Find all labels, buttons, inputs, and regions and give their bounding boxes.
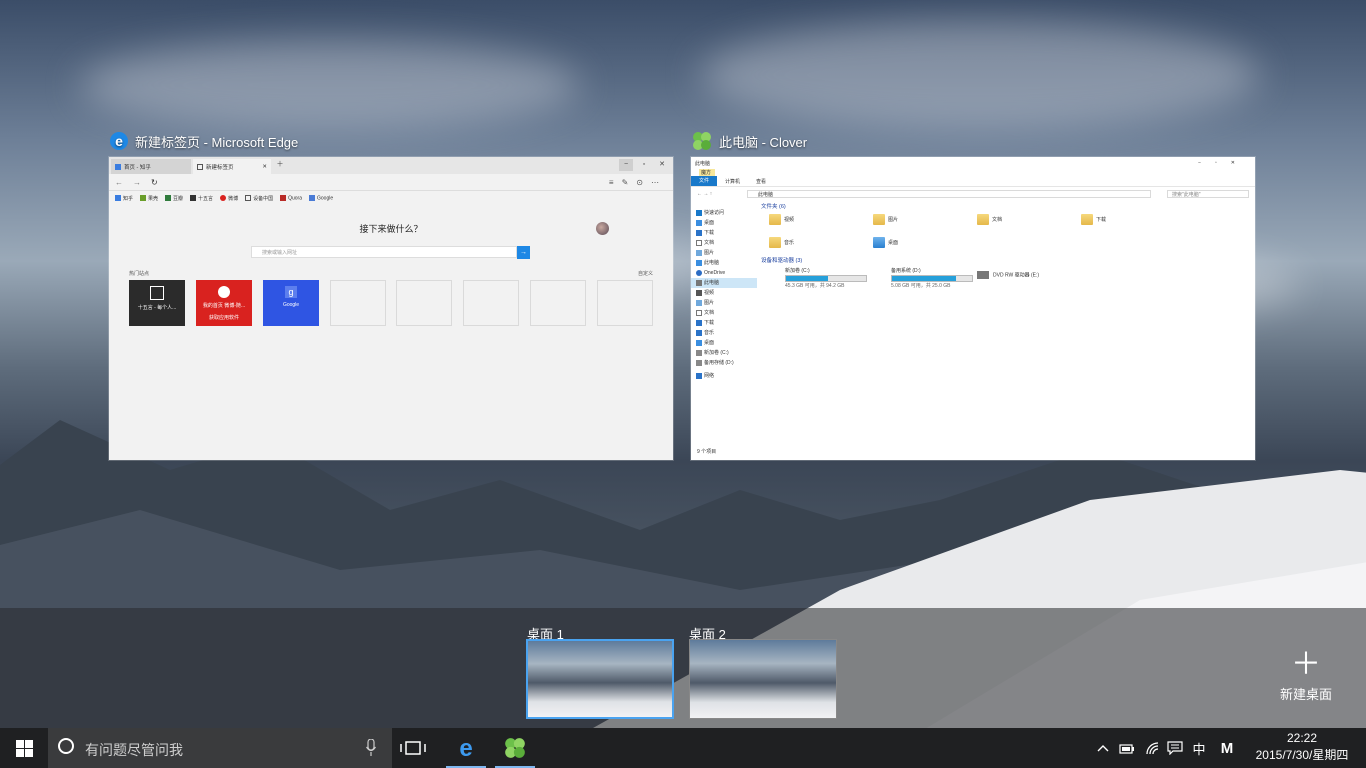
wifi-icon[interactable] xyxy=(1143,728,1163,768)
drive-item: DVD RW 驱动器 (E:) xyxy=(977,271,1039,279)
edge-thumbnail[interactable]: 首页 - 知乎 新建标签页 ✕ ＋ − ▫ ✕ ← → ↻ ≡✎⊙⋯ 知乎 果壳 … xyxy=(109,157,673,460)
clock-time: 22:22 xyxy=(1286,731,1318,745)
folder-icon xyxy=(1081,214,1093,225)
task-view-window-clover[interactable]: 此电脑 - Clover 此电脑 −▫✕ 魔方 文件 计算机 查看 ← → ↑ 此… xyxy=(691,129,1255,461)
folders-header: 文件夹 (6) xyxy=(761,204,786,210)
tile-empty xyxy=(530,280,586,326)
tile-empty xyxy=(597,280,653,326)
folder-item: 下载 xyxy=(1081,214,1106,225)
system-clock[interactable]: 22:22 2015/7/30/星期四 xyxy=(1248,730,1356,764)
minimize-icon: − xyxy=(619,159,633,171)
ime-language-indicator[interactable]: 中 xyxy=(1189,728,1209,768)
explorer-title: 此电脑 xyxy=(695,160,711,167)
desktop-2-thumbnail[interactable] xyxy=(689,639,837,719)
search-placeholder: 有问题尽管问我 xyxy=(85,742,183,758)
avatar xyxy=(596,222,609,235)
folder-item: 桌面 xyxy=(873,237,898,248)
microphone-icon[interactable] xyxy=(366,739,376,757)
back-icon: ← xyxy=(115,177,123,187)
action-center-icon[interactable] xyxy=(1165,728,1185,768)
tab-new-tab: 新建标签页 ✕ xyxy=(193,159,271,174)
cortana-search-box[interactable]: 有问题尽管问我 xyxy=(48,728,392,768)
restore-icon: ▫ xyxy=(642,161,646,168)
status-bar: 9 个项目 xyxy=(697,449,717,455)
tile-weibo: 我的首页 微博-随... 获取应用软件 xyxy=(196,280,252,326)
folder-item: 文档 xyxy=(977,214,1002,225)
nav-arrows-icon: ← → ↑ xyxy=(697,191,713,197)
edge-icon: e xyxy=(110,132,128,150)
search-go-icon: → xyxy=(517,246,530,259)
tile-shiwuyan: 十五言 - 每个人... xyxy=(129,280,185,326)
window-title: 新建标签页 - Microsoft Edge xyxy=(135,134,299,150)
folder-item: 视频 xyxy=(769,214,794,225)
new-tab-heading: 接下来做什么？ xyxy=(359,224,423,234)
address-bar: 此电脑 xyxy=(747,190,1151,198)
quick-access-toolbar: 魔方 xyxy=(699,169,715,176)
window-title-bar: e 新建标签页 - Microsoft Edge xyxy=(109,129,298,153)
folder-item: 图片 xyxy=(873,214,898,225)
folder-item: 音乐 xyxy=(769,237,794,248)
refresh-icon: ↻ xyxy=(151,177,158,187)
devices-header: 设备和驱动器 (3) xyxy=(761,258,803,264)
window-controls: −▫✕ xyxy=(1198,160,1249,166)
dvd-drive-icon xyxy=(977,271,989,279)
ribbon-tabs: 文件 计算机 查看 xyxy=(691,176,1255,187)
task-view-button[interactable] xyxy=(400,740,426,761)
new-tab-icon: ＋ xyxy=(276,161,284,168)
windows-logo-icon xyxy=(15,739,33,757)
svg-text:e: e xyxy=(115,133,123,149)
edge-icon: e xyxy=(459,736,472,760)
top-sites-label: 热门站点 xyxy=(129,271,150,277)
taskbar: 有问题尽管问我 e 中 M 22:22 2015/7/30/星期四 xyxy=(0,728,1366,768)
search-input: 搜索"此电脑" xyxy=(1167,190,1249,198)
tile-empty xyxy=(330,280,386,326)
clover-icon xyxy=(505,738,525,758)
cortana-icon xyxy=(58,738,74,754)
folder-icon xyxy=(977,214,989,225)
power-icon[interactable] xyxy=(1117,728,1137,768)
folder-icon xyxy=(769,237,781,248)
ime-mode-indicator[interactable]: M xyxy=(1216,728,1238,768)
tile-empty xyxy=(396,280,452,326)
new-desktop-button[interactable]: ＋ 新建桌面 xyxy=(1270,648,1342,703)
drive-item: 备用系统 (D:) 5.08 GB 可用，共 25.0 GB xyxy=(871,267,973,289)
folder-icon xyxy=(769,214,781,225)
toolbar-icons: ≡✎⊙⋯ xyxy=(608,177,667,187)
favorites-bar: 知乎 果壳 豆瓣 十五言 微博 设备中国 Quora Google xyxy=(109,190,673,206)
navigation-pane: 快速访问 桌面 下载 文档 图片 此电脑 OneDrive 此电脑 视频 图片 … xyxy=(691,200,757,445)
tile-empty xyxy=(463,280,519,326)
start-button[interactable] xyxy=(0,728,48,768)
folder-icon xyxy=(873,214,885,225)
virtual-desktops-bar: 桌面 1 桌面 2 ＋ 新建桌面 xyxy=(0,608,1366,728)
customize-link: 自定义 xyxy=(637,271,653,277)
clock-date: 2015/7/30/星期四 xyxy=(1255,748,1349,762)
plus-icon: ＋ xyxy=(1291,648,1321,681)
window-title: 此电脑 - Clover xyxy=(719,134,808,150)
clover-icon xyxy=(693,132,711,150)
task-view-window-edge[interactable]: e 新建标签页 - Microsoft Edge 首页 - 知乎 新建标签页 ✕ … xyxy=(109,129,673,461)
taskbar-clover[interactable] xyxy=(495,728,535,768)
tile-google: g Google xyxy=(263,280,319,326)
taskbar-edge[interactable]: e xyxy=(446,728,486,768)
explorer-thumbnail[interactable]: 此电脑 −▫✕ 魔方 文件 计算机 查看 ← → ↑ 此电脑 搜索"此电脑" 快速… xyxy=(691,157,1255,460)
new-desktop-label: 新建桌面 xyxy=(1279,687,1332,702)
forward-icon: → xyxy=(133,177,141,187)
folder-icon xyxy=(873,237,885,248)
close-icon: ✕ xyxy=(659,161,665,168)
search-input: 搜索或输入网址 xyxy=(251,246,517,258)
desktop-1-thumbnail[interactable] xyxy=(526,639,674,719)
show-hidden-icons-chevron-icon[interactable] xyxy=(1094,728,1112,768)
svg-text:e: e xyxy=(459,736,472,760)
tab-zhihu: 首页 - 知乎 xyxy=(111,159,191,174)
window-title-bar: 此电脑 - Clover xyxy=(691,129,807,153)
drive-item: 新加卷 (C:) 45.3 GB 可用，共 94.2 GB xyxy=(765,267,867,289)
task-view-icon xyxy=(400,741,426,755)
